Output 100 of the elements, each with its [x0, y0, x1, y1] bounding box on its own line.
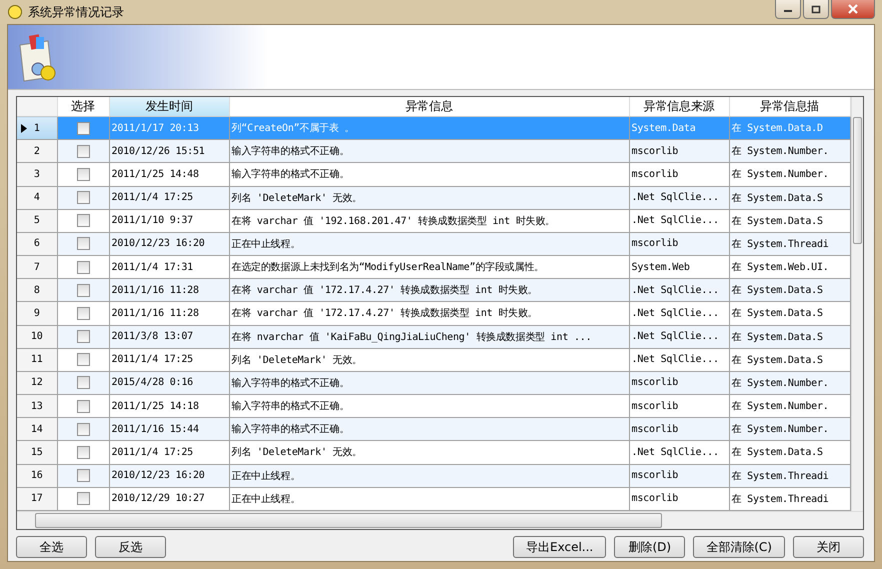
table-cell: .Net SqlClie... [629, 302, 729, 326]
row-header[interactable]: 6 [17, 232, 57, 256]
close-button[interactable] [831, 0, 875, 19]
row-checkbox[interactable] [76, 144, 90, 158]
row-checkbox[interactable] [76, 330, 90, 344]
row-header[interactable]: 1 [17, 116, 57, 140]
row-checkbox[interactable] [76, 168, 90, 181]
table-cell: 列名 'DeleteMark' 无效。 [229, 440, 629, 464]
footer-button[interactable]: 全选 [16, 536, 87, 558]
table-cell: 在 System.Number. [729, 371, 850, 395]
row-checkbox[interactable] [76, 284, 90, 297]
table-cell: .Net SqlClie... [629, 278, 729, 302]
minimize-button[interactable] [775, 0, 801, 19]
table-cell: 在 System.Number. [729, 162, 850, 186]
row-checkbox[interactable] [76, 214, 90, 228]
table-cell: 在 System.Number. [729, 418, 850, 441]
row-header[interactable]: 2 [17, 140, 57, 163]
row-checkbox[interactable] [76, 422, 90, 436]
table-cell: 输入字符串的格式不正确。 [229, 418, 629, 441]
row-header[interactable]: 17 [17, 487, 57, 510]
table-cell: 在 System.Data.S [729, 325, 850, 348]
row-checkbox[interactable] [76, 469, 90, 482]
column-header[interactable]: 发生时间 [109, 97, 229, 116]
table-cell: 2011/1/4 17:25 [109, 348, 229, 372]
table-cell: 2011/1/16 11:28 [109, 278, 229, 302]
table-cell: 在 System.Data.S [729, 440, 850, 464]
row-header[interactable]: 15 [17, 440, 57, 464]
row-header[interactable]: 7 [17, 256, 57, 279]
table-cell: 在将 varchar 值 '192.168.201.47' 转换成数据类型 int 时失败。 [229, 209, 629, 232]
maximize-icon [811, 4, 821, 14]
table-cell: 2010/12/23 16:20 [109, 232, 229, 256]
vertical-scrollbar[interactable] [850, 97, 863, 511]
row-checkbox[interactable] [76, 191, 90, 204]
table-cell: 在将 nvarchar 值 'KaiFaBu_QingJiaLiuCheng' 转换成数据类型 int ... [229, 325, 629, 348]
table-cell: 2011/1/16 11:28 [109, 302, 229, 326]
close-icon [847, 4, 859, 14]
row-header[interactable]: 10 [17, 325, 57, 348]
table-cell: 列“CreateOn”不属于表 。 [229, 116, 629, 140]
row-checkbox[interactable] [76, 306, 90, 320]
row-checkbox[interactable] [76, 492, 90, 506]
table-cell: 2011/1/10 9:37 [109, 209, 229, 232]
table-cell: 在 System.Threadi [729, 464, 850, 488]
app-icon [7, 4, 23, 20]
column-header[interactable]: 异常信息描 [729, 97, 850, 116]
row-checkbox[interactable] [76, 122, 90, 135]
window-title: 系统异常情况记录 [28, 4, 125, 20]
table-cell: 正在中止线程。 [229, 232, 629, 256]
row-checkbox[interactable] [76, 446, 90, 459]
table-cell: mscorlib [629, 162, 729, 186]
table-cell: 2010/12/23 16:20 [109, 464, 229, 488]
table-cell: 输入字符串的格式不正确。 [229, 140, 629, 163]
table-cell: mscorlib [629, 371, 729, 395]
row-header[interactable]: 3 [17, 162, 57, 186]
row-header[interactable]: 5 [17, 209, 57, 232]
footer-button[interactable]: 反选 [95, 536, 166, 558]
table-cell: 在 System.Number. [729, 140, 850, 163]
horizontal-scrollbar[interactable] [17, 511, 863, 529]
table-cell: mscorlib [629, 464, 729, 488]
table-cell: .Net SqlClie... [629, 348, 729, 372]
row-header[interactable]: 4 [17, 186, 57, 210]
column-header[interactable]: 异常信息来源 [629, 97, 729, 116]
row-checkbox[interactable] [76, 237, 90, 250]
maximize-button[interactable] [803, 0, 829, 19]
table-cell: 在 System.Data.S [729, 302, 850, 326]
row-header[interactable]: 14 [17, 418, 57, 441]
row-checkbox[interactable] [76, 353, 90, 366]
footer-button[interactable]: 导出Excel... [513, 536, 606, 558]
table-cell: 在 System.Data.S [729, 209, 850, 232]
footer-button[interactable]: 关闭 [793, 536, 864, 558]
table-cell: 列名 'DeleteMark' 无效。 [229, 348, 629, 372]
row-header[interactable]: 8 [17, 278, 57, 302]
table-cell: .Net SqlClie... [629, 440, 729, 464]
footer-button[interactable]: 删除(D) [614, 536, 686, 558]
table-cell: 在将 varchar 值 '172.17.4.27' 转换成数据类型 int 时失败。 [229, 278, 629, 302]
row-header[interactable]: 9 [17, 302, 57, 326]
table-cell: 在 System.Data.S [729, 278, 850, 302]
table-cell: mscorlib [629, 232, 729, 256]
row-checkbox[interactable] [76, 260, 90, 274]
table-cell: 2010/12/26 15:51 [109, 140, 229, 163]
table-cell: 2015/4/28 0:16 [109, 371, 229, 395]
table-cell: mscorlib [629, 418, 729, 441]
column-header[interactable]: 选择 [57, 97, 109, 116]
table-cell: System.Data [629, 116, 729, 140]
table-cell: 列名 'DeleteMark' 无效。 [229, 186, 629, 210]
table-cell: .Net SqlClie... [629, 325, 729, 348]
table-cell: 在 System.Data.S [729, 348, 850, 372]
table-cell: 在 System.Data.D [729, 116, 850, 140]
row-header[interactable]: 11 [17, 348, 57, 372]
row-checkbox[interactable] [76, 376, 90, 390]
table-cell: mscorlib [629, 140, 729, 163]
row-checkbox[interactable] [76, 400, 90, 413]
footer-button[interactable]: 全部清除(C) [693, 536, 785, 558]
current-row-icon [21, 124, 27, 133]
row-header[interactable]: 16 [17, 464, 57, 488]
table-cell: 输入字符串的格式不正确。 [229, 371, 629, 395]
row-header[interactable]: 13 [17, 394, 57, 418]
table-cell: .Net SqlClie... [629, 209, 729, 232]
column-header[interactable]: 异常信息 [229, 97, 629, 116]
row-header[interactable]: 12 [17, 371, 57, 395]
table-cell: 2011/1/4 17:25 [109, 186, 229, 210]
